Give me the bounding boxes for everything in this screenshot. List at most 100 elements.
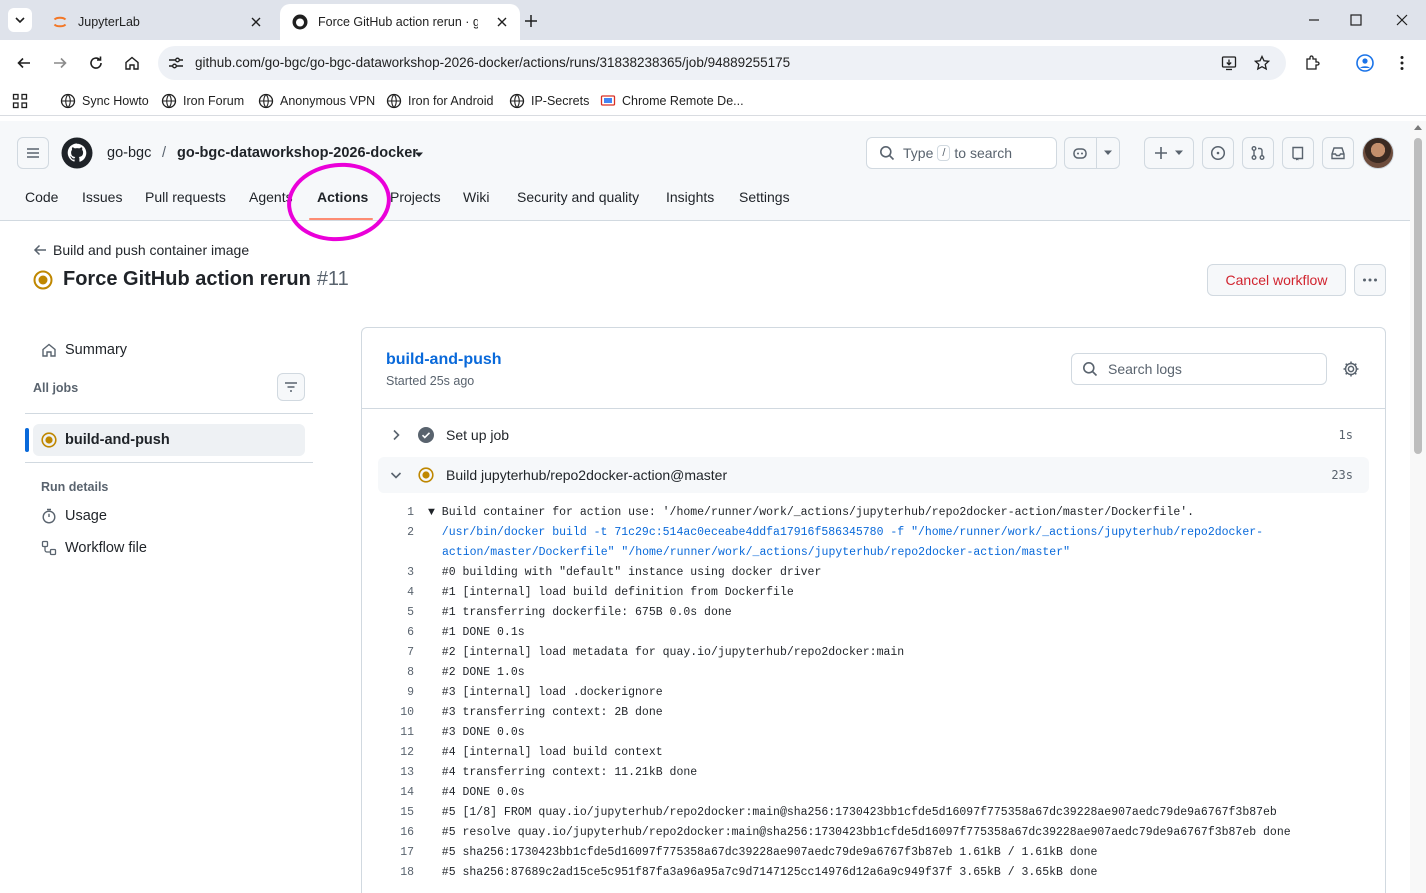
close-window-button[interactable]	[1390, 8, 1414, 32]
close-tab-icon[interactable]	[494, 14, 510, 30]
log-line: 13 #4 transferring context: 11.21kB done	[400, 766, 698, 779]
apps-button[interactable]	[12, 92, 34, 110]
close-icon	[1396, 14, 1408, 26]
log-line: 10 #3 transferring context: 2B done	[400, 706, 663, 719]
step-set-up-job[interactable]: Set up job 1s	[378, 417, 1369, 453]
filter-jobs-button[interactable]	[277, 373, 305, 401]
log-output: 1 ▼ Build container for action use: '/hom…	[378, 503, 1369, 883]
bookmark-ip-secrets[interactable]: IP-Secrets	[509, 92, 589, 110]
sidebar-usage-link[interactable]: Usage	[41, 508, 107, 524]
address-bar[interactable]: github.com/go-bgc/go-bgc-dataworkshop-20…	[158, 46, 1286, 80]
bookmark-sync-howto[interactable]: Sync Howto	[60, 92, 149, 110]
back-button[interactable]	[12, 51, 36, 75]
sidebar-workflow-file-link[interactable]: Workflow file	[41, 540, 147, 556]
log-line: 2 /usr/bin/docker build -t 71c29c:514ac0…	[407, 526, 1264, 539]
bookmark-star-icon[interactable]	[1253, 54, 1271, 72]
inbox-button[interactable]	[1322, 137, 1354, 169]
puzzle-icon	[1306, 55, 1320, 70]
profile-button[interactable]	[1353, 51, 1377, 75]
github-favicon-icon	[292, 14, 308, 30]
run-name: Force GitHub action rerun	[63, 268, 311, 290]
arrow-right-icon	[54, 57, 67, 69]
tab-search-button[interactable]	[8, 8, 32, 32]
global-search-input[interactable]: Type / to search	[866, 137, 1057, 169]
scrollbar-thumb[interactable]	[1414, 138, 1422, 454]
log-line: 5 #1 transferring dockerfile: 675B 0.0s …	[407, 606, 732, 619]
tab-wiki[interactable]: Wiki	[463, 189, 489, 205]
browser-tab-strip: JupyterLab Force GitHub action rerun · g…	[0, 0, 1426, 40]
plus-icon	[1155, 147, 1167, 159]
job-log-panel: build-and-push Started 25s ago Search lo…	[361, 327, 1386, 893]
copilot-button[interactable]	[1064, 137, 1120, 169]
back-to-workflow-link[interactable]: Build and push container image	[33, 242, 249, 258]
tab-settings[interactable]: Settings	[739, 189, 790, 205]
copilot-icon	[1072, 148, 1087, 159]
repo-name-link[interactable]: go-bgc-dataworkshop-2026-docker	[177, 145, 418, 161]
sidebar-summary-link[interactable]: Summary	[41, 342, 127, 358]
close-tab-icon[interactable]	[248, 14, 264, 30]
tab-security-and-quality[interactable]: Security and quality	[517, 189, 639, 205]
repo-switcher-chevron-icon[interactable]	[414, 151, 424, 159]
kebab-horizontal-icon	[1363, 278, 1377, 282]
profile-icon	[1356, 54, 1374, 72]
user-avatar[interactable]	[1362, 137, 1394, 169]
globe-icon	[258, 93, 274, 109]
step-duration: 23s	[1331, 468, 1353, 482]
maximize-icon	[1350, 14, 1362, 26]
chevron-down-icon	[1175, 150, 1183, 155]
bookmark-chrome-remote-desktop[interactable]: Chrome Remote De...	[600, 92, 744, 110]
browser-menu-button[interactable]	[1390, 51, 1414, 75]
install-app-icon[interactable]	[1220, 54, 1238, 72]
site-info-icon[interactable]	[166, 54, 186, 72]
cancel-workflow-button[interactable]: Cancel workflow	[1207, 264, 1346, 296]
run-more-options-button[interactable]	[1354, 264, 1386, 296]
repo-owner-link[interactable]: go-bgc	[107, 145, 151, 161]
github-logo-icon[interactable]	[61, 137, 93, 169]
remote-desktop-icon	[600, 95, 616, 106]
tab-insights[interactable]: Insights	[666, 189, 714, 205]
browser-tab-github-run[interactable]: Force GitHub action rerun · go-bgc	[280, 4, 520, 40]
log-settings-button[interactable]	[1341, 359, 1361, 379]
tab-projects[interactable]: Projects	[390, 189, 441, 205]
log-line: 1 ▼ Build container for action use: '/hom…	[407, 506, 1195, 519]
step-build-repo2docker-action[interactable]: Build jupyterhub/repo2docker-action@mast…	[378, 457, 1369, 493]
github-page: go-bgc / go-bgc-dataworkshop-2026-docker…	[0, 121, 1410, 893]
bookmark-iron-forum[interactable]: Iron Forum	[161, 92, 244, 110]
minimize-window-button[interactable]	[1302, 8, 1326, 32]
tab-code[interactable]: Code	[25, 189, 58, 205]
bookmark-iron-for-android[interactable]: Iron for Android	[386, 92, 493, 110]
home-icon	[42, 343, 56, 357]
home-button[interactable]	[120, 51, 144, 75]
gear-icon	[1343, 361, 1359, 377]
chevron-down-icon	[384, 470, 408, 480]
new-tab-button[interactable]	[520, 10, 542, 32]
active-job-indicator	[25, 428, 29, 452]
page-scrollbar[interactable]	[1410, 121, 1426, 893]
bookmark-anonymous-vpn[interactable]: Anonymous VPN	[258, 92, 375, 110]
forward-button[interactable]	[48, 51, 72, 75]
globe-icon	[60, 93, 76, 109]
job-name[interactable]: build-and-push	[386, 351, 502, 369]
repositories-button[interactable]	[1282, 137, 1314, 169]
url-text[interactable]: github.com/go-bgc/go-bgc-dataworkshop-20…	[195, 55, 790, 70]
globe-icon	[161, 93, 177, 109]
sidebar-divider	[25, 462, 313, 463]
reload-button[interactable]	[84, 51, 108, 75]
maximize-window-button[interactable]	[1344, 8, 1368, 32]
git-pull-request-icon	[1251, 146, 1265, 160]
scroll-up-arrow-icon[interactable]	[1414, 125, 1422, 130]
browser-tab-jupyterlab[interactable]: JupyterLab	[40, 4, 274, 40]
create-new-button[interactable]	[1144, 137, 1194, 169]
hamburger-icon	[27, 148, 39, 158]
tab-issues[interactable]: Issues	[82, 189, 122, 205]
tab-pull-requests[interactable]: Pull requests	[145, 189, 226, 205]
sidebar-job-build-and-push[interactable]: build-and-push	[33, 424, 305, 456]
repo-header: go-bgc / go-bgc-dataworkshop-2026-docker…	[0, 121, 1410, 247]
step-name: Set up job	[446, 427, 510, 443]
search-logs-input[interactable]: Search logs	[1071, 353, 1327, 385]
pull-requests-button[interactable]	[1242, 137, 1274, 169]
chevron-down-icon	[1103, 150, 1112, 155]
global-menu-button[interactable]	[17, 137, 49, 169]
issues-button[interactable]	[1202, 137, 1234, 169]
extensions-button[interactable]	[1300, 51, 1324, 75]
